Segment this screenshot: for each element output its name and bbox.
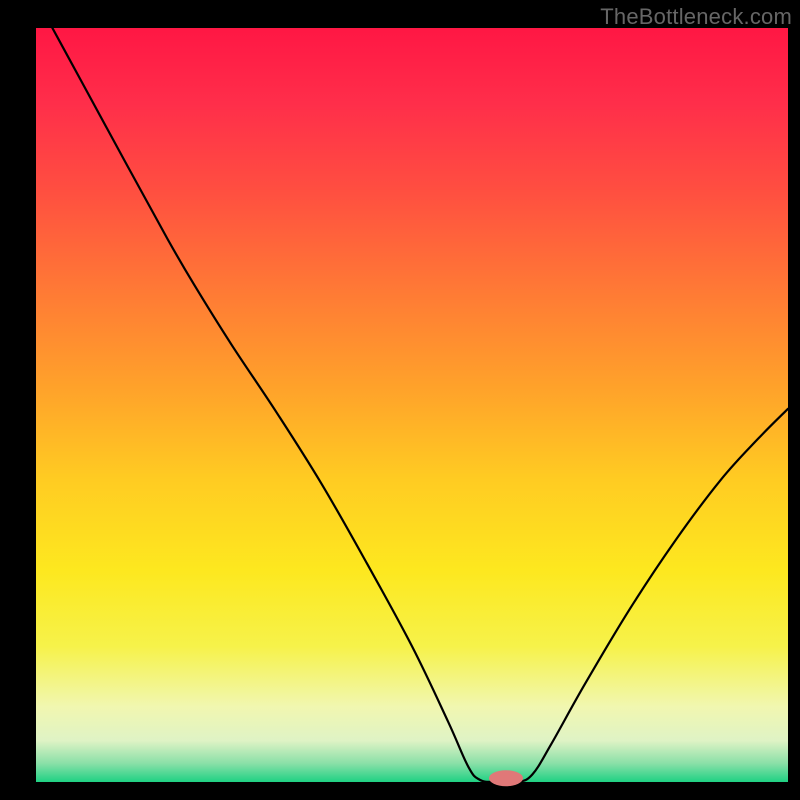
chart-container: TheBottleneck.com xyxy=(0,0,800,800)
optimal-marker xyxy=(489,770,523,786)
gradient-background xyxy=(36,28,788,782)
watermark-text: TheBottleneck.com xyxy=(600,4,792,30)
bottleneck-chart xyxy=(0,0,800,800)
